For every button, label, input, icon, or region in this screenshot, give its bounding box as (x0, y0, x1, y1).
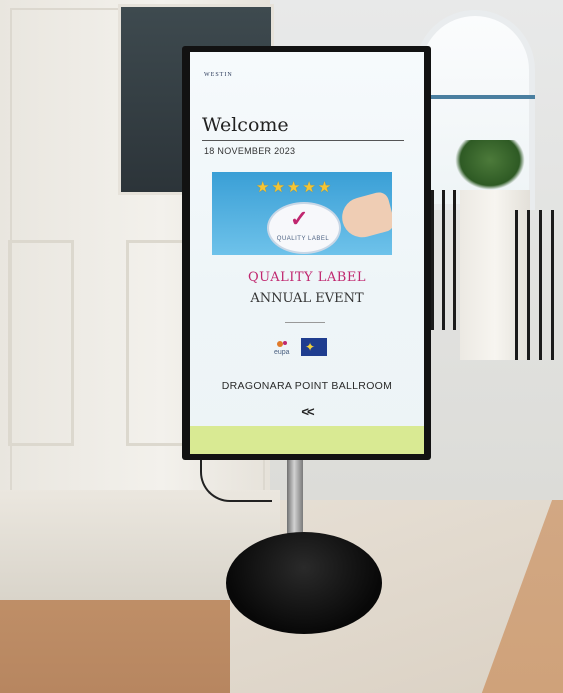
signage-screen: WESTIN Welcome 18 NOVEMBER 2023 ★★★★★ ✓ … (190, 52, 424, 454)
event-date: 18 NOVEMBER 2023 (204, 146, 296, 156)
checkmark-icon: ✓ (290, 206, 309, 231)
power-cable (200, 455, 272, 502)
hand-image (337, 190, 392, 242)
eupa-logo-text: eupa (274, 349, 290, 356)
event-title-line-1: QUALITY LABEL (248, 270, 366, 285)
divider (202, 140, 404, 141)
star-rating-icon: ★★★★★ (256, 179, 334, 196)
welcome-heading: Welcome (202, 114, 289, 136)
eu-flag-icon: ✦ (301, 338, 327, 356)
door-moulding-left (8, 240, 74, 446)
badge-label: QUALITY LABEL (276, 236, 330, 242)
photo-scene: WESTIN Welcome 18 NOVEMBER 2023 ★★★★★ ✓ … (0, 0, 563, 693)
event-title-line-2: ANNUAL EVENT (250, 291, 364, 306)
direction-arrow-icon: << (301, 404, 314, 419)
balustrade-right (515, 210, 563, 360)
venue-name: DRAGONARA POINT BALLROOM (221, 380, 393, 392)
stand-base (226, 532, 382, 634)
eupa-logo-icon: eupa (274, 341, 290, 356)
window-frame-bar (415, 95, 535, 99)
short-divider (285, 322, 325, 323)
footer-bar (190, 426, 424, 454)
quality-label-banner: ★★★★★ ✓ QUALITY LABEL (212, 172, 392, 255)
brand-logo: WESTIN (204, 72, 233, 78)
palm-tree (455, 140, 525, 190)
